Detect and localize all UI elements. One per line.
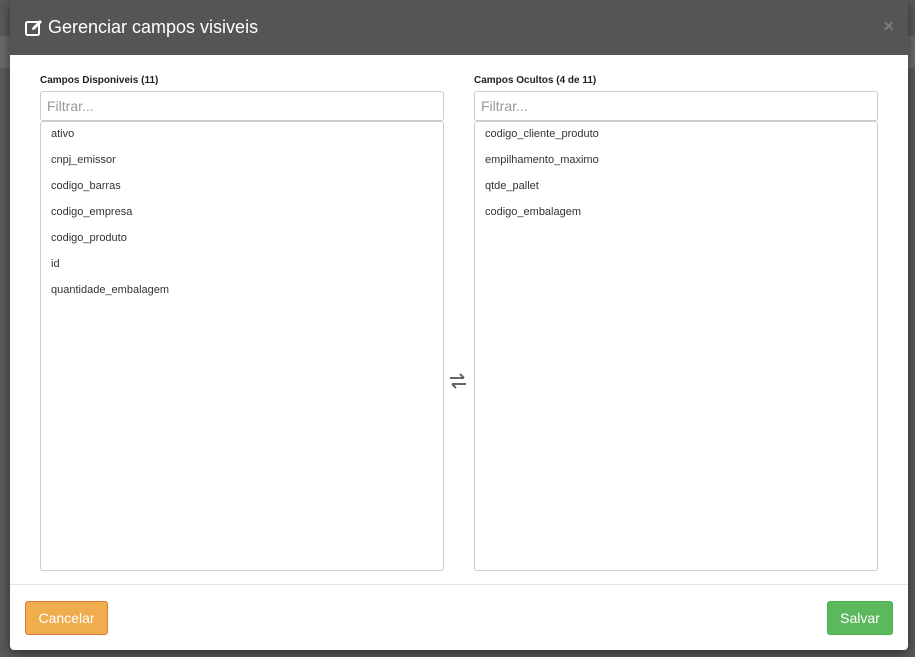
list-item[interactable]: cnpj_emissor <box>41 152 443 178</box>
save-button[interactable]: Salvar <box>827 601 893 635</box>
modal-footer: Cancelar Salvar <box>10 585 908 650</box>
hidden-fields-label: Campos Ocultos (4 de 11) <box>474 75 597 86</box>
hidden-fields-panel: Campos Ocultos (4 de 11) codigo_cliente_… <box>474 71 878 571</box>
close-icon[interactable]: × <box>883 16 894 36</box>
available-fields-panel: Campos Disponiveis (11) ativo cnpj_emiss… <box>40 71 444 571</box>
list-item[interactable]: quantidade_embalagem <box>41 282 443 308</box>
edit-icon <box>24 18 44 38</box>
available-fields-label: Campos Disponiveis (11) <box>40 75 159 86</box>
hidden-fields-list[interactable]: codigo_cliente_produto empilhamento_maxi… <box>474 121 878 571</box>
hidden-filter-input[interactable] <box>474 91 878 121</box>
list-item[interactable]: codigo_empresa <box>41 204 443 230</box>
list-item[interactable]: codigo_barras <box>41 178 443 204</box>
modal-title: Gerenciar campos visiveis <box>48 17 259 37</box>
list-item[interactable]: qtde_pallet <box>475 178 877 204</box>
manage-fields-modal: Gerenciar campos visiveis × Campos Dispo… <box>10 0 908 650</box>
list-item[interactable]: empilhamento_maximo <box>475 152 877 178</box>
list-item[interactable]: ativo <box>41 126 443 152</box>
available-filter-input[interactable] <box>40 91 444 121</box>
list-item[interactable]: codigo_cliente_produto <box>475 126 877 152</box>
swap-arrows-icon[interactable] <box>448 373 468 389</box>
modal-header: Gerenciar campos visiveis × <box>10 0 908 55</box>
list-item[interactable]: id <box>41 256 443 282</box>
modal-body: Campos Disponiveis (11) ativo cnpj_emiss… <box>10 55 908 585</box>
list-item[interactable]: codigo_embalagem <box>475 204 877 230</box>
cancel-button[interactable]: Cancelar <box>25 601 108 635</box>
list-item[interactable]: codigo_produto <box>41 230 443 256</box>
available-fields-list[interactable]: ativo cnpj_emissor codigo_barras codigo_… <box>40 121 444 571</box>
